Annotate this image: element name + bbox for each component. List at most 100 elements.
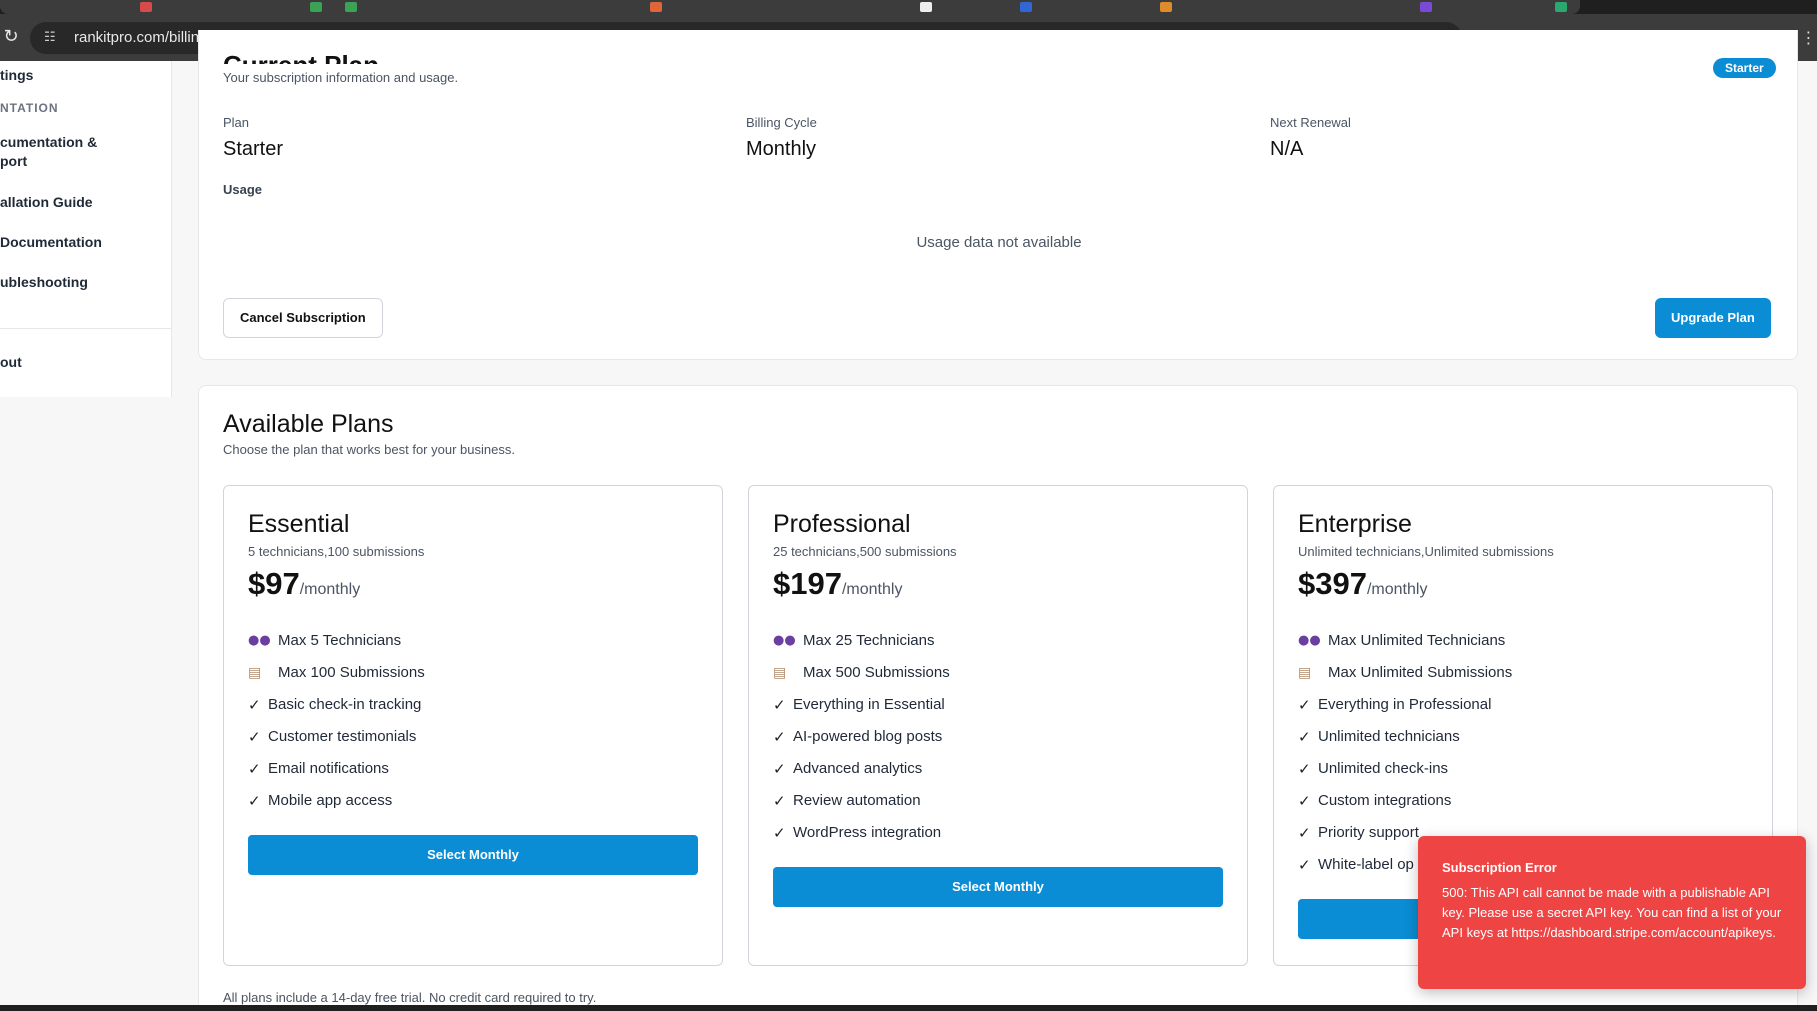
plan-name: Enterprise [1298,510,1412,538]
check-icon: ✓ [248,792,261,810]
browser-tab-strip [0,0,1817,14]
sidebar: tings NTATION cumentation & port allatio… [0,61,172,397]
clipboard-icon: ▤ [1298,665,1312,681]
plan-price: $97/monthly [248,566,360,602]
tab-strip-background [0,0,1580,14]
site-info-icon[interactable]: ☷ [44,30,60,46]
feature-item: ✓ Unlimited check-ins [1298,759,1748,791]
check-icon: ✓ [773,728,786,746]
usage-label: Usage [223,182,263,197]
sidebar-item-label: cumentation & [0,134,98,150]
feature-list: ●● Max 5 Technicians ▤ Max 100 Submissions… [248,631,698,823]
feature-text: Priority support [1318,824,1419,841]
sidebar-divider [0,328,172,329]
feature-text: Unlimited check-ins [1318,760,1449,777]
plan-card-essential: Essential 5 technicians,100 submissions … [223,485,723,966]
tab-favicon[interactable] [650,2,662,12]
feature-text: Basic check-in tracking [268,696,422,713]
feature-item: ✓ Everything in Essential [773,695,1223,727]
feature-text: Max 5 Technicians [278,632,402,649]
sidebar-item-settings[interactable]: tings [0,66,33,85]
clipboard-icon: ▤ [248,665,262,681]
check-icon: ✓ [1298,856,1311,874]
feature-text: Max Unlimited Technicians [1328,632,1506,649]
tab-favicon[interactable] [310,2,322,12]
billing-cycle-label: Billing Cycle [746,115,817,130]
tab-favicon[interactable] [1020,2,1032,12]
select-professional-button[interactable]: Select Monthly [773,867,1223,907]
plan-label: Plan [223,115,250,130]
current-plan-card: Current Plan Your subscription informati… [198,30,1798,360]
sidebar-item-logout[interactable]: out [0,353,22,372]
check-icon: ✓ [773,696,786,714]
sidebar-item-api-documentation[interactable]: Documentation [0,233,102,252]
feature-item: ▤ Max Unlimited Submissions [1298,663,1748,695]
tab-favicon[interactable] [1160,2,1172,12]
feature-text: Advanced analytics [793,760,923,777]
browser-menu-icon[interactable]: ⋮ [1800,26,1817,50]
tab-favicon[interactable] [1555,2,1567,12]
feature-text: Max 25 Technicians [803,632,935,649]
trial-note: All plans include a 14-day free trial. N… [223,990,597,1005]
price-amount: $397 [1298,566,1367,601]
feature-item: ✓ AI-powered blog posts [773,727,1223,759]
tab-favicon[interactable] [1420,2,1432,12]
next-renewal-label: Next Renewal [1270,115,1351,130]
feature-item: ✓ WordPress integration [773,823,1223,855]
feature-item: ●● Max 25 Technicians [773,631,1223,663]
price-period: /monthly [841,581,903,598]
plan-price: $197/monthly [773,566,902,602]
available-plans-title: Available Plans [223,410,394,438]
select-essential-button[interactable]: Select Monthly [248,835,698,875]
feature-text: WordPress integration [793,824,942,841]
available-plans-subtitle: Choose the plan that works best for your… [223,442,515,457]
plan-value: Starter [223,138,284,160]
feature-text: Unlimited technicians [1318,728,1460,745]
check-icon: ✓ [248,728,261,746]
feature-item: ✓ Email notifications [248,759,698,791]
current-plan-title: Current Plan [223,42,379,64]
feature-item: ✓ Unlimited technicians [1298,727,1748,759]
reload-icon[interactable]: ↻ [0,25,22,49]
sidebar-item-label: port [0,153,28,169]
sidebar-item-documentation-support[interactable]: cumentation & port [0,133,97,171]
clipboard-icon: ▤ [773,665,787,681]
sidebar-item-troubleshooting[interactable]: ubleshooting [0,273,88,292]
price-amount: $97 [248,566,300,601]
plan-name: Professional [773,510,911,538]
toast-message: 500: This API call cannot be made with a… [1442,885,1782,940]
check-icon: ✓ [1298,696,1311,714]
error-toast[interactable]: Subscription Error 500: This API call ca… [1418,836,1806,989]
people-icon: ●● [773,633,796,648]
feature-list: ●● Max 25 Technicians ▤ Max 500 Submission… [773,631,1223,855]
feature-text: Max Unlimited Submissions [1328,664,1513,681]
feature-text: White-label op [1318,856,1414,873]
feature-text: Customer testimonials [268,728,417,745]
bottom-edge [0,1005,1817,1011]
toast-title: Subscription Error [1442,860,1557,875]
tab-favicon[interactable] [345,2,357,12]
upgrade-plan-button[interactable]: Upgrade Plan [1655,298,1771,338]
check-icon: ✓ [773,824,786,842]
tab-favicon[interactable] [140,2,152,12]
plan-limits: Unlimited technicians,Unlimited submissi… [1298,544,1554,559]
feature-item: ✓ Basic check-in tracking [248,695,698,727]
feature-item: ✓ Customer testimonials [248,727,698,759]
feature-text: Everything in Essential [793,696,945,713]
price-period: /monthly [1366,581,1428,598]
price-amount: $197 [773,566,842,601]
check-icon: ✓ [248,760,261,778]
check-icon: ✓ [1298,760,1311,778]
feature-item: ▤ Max 500 Submissions [773,663,1223,695]
plan-card-professional: Professional 25 technicians,500 submissi… [748,485,1248,966]
cancel-subscription-button[interactable]: Cancel Subscription [223,298,383,338]
feature-text: Max 100 Submissions [278,664,425,681]
url-text[interactable]: rankitpro.com/billing [74,28,207,48]
feature-text: Mobile app access [268,792,393,809]
tab-favicon[interactable] [920,2,932,12]
sidebar-item-installation-guide[interactable]: allation Guide [0,193,93,212]
feature-text: Email notifications [268,760,389,777]
plan-status-badge: Starter [1713,58,1776,78]
plan-limits: 5 technicians,100 submissions [248,544,425,559]
next-renewal-value: N/A [1270,138,1304,160]
